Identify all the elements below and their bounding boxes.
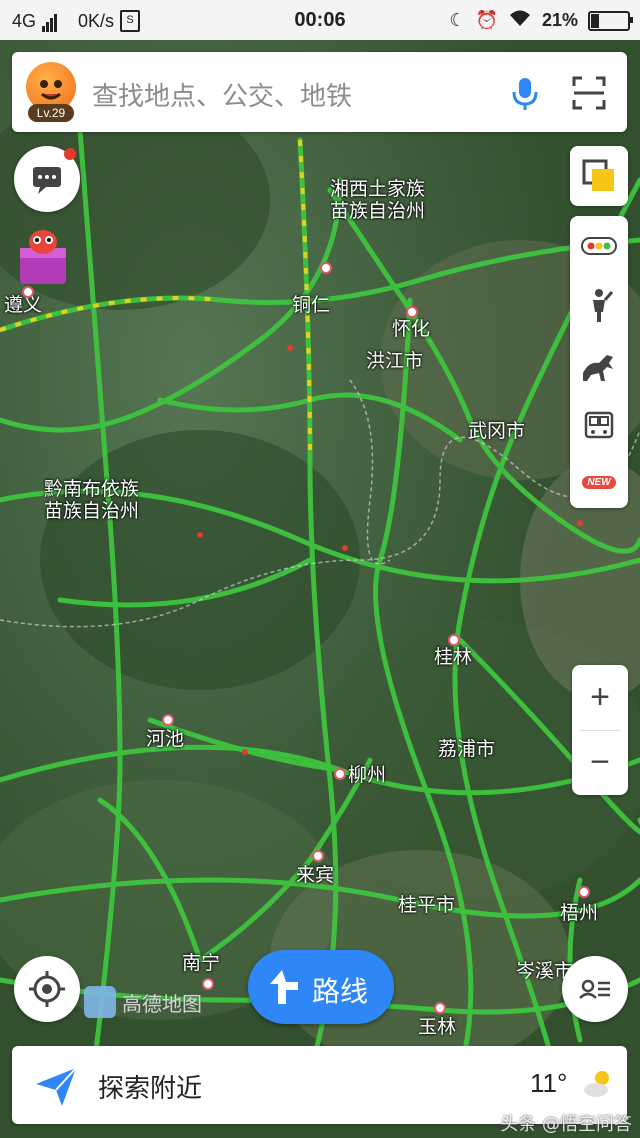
map-tools-panel: NEW (570, 216, 628, 508)
zoom-divider (580, 730, 620, 731)
user-avatar[interactable]: Lv.29 (24, 62, 78, 122)
list-icon (579, 979, 610, 999)
route-arrow-icon (270, 970, 298, 1004)
city-dot-hechi (162, 714, 174, 726)
city-label-xiangxi[interactable]: 湘西土家族 苗族自治州 (330, 178, 425, 222)
city-dot-laibin (312, 850, 324, 862)
city-label-huaihua[interactable]: 怀化 (392, 318, 430, 340)
city-dot-tongren (320, 262, 332, 274)
city-label-qiannan[interactable]: 黔南布依族 苗族自治州 (44, 478, 139, 522)
zoom-control: + − (572, 665, 628, 795)
new-feature-button[interactable]: NEW (570, 456, 628, 508)
list-button[interactable] (562, 956, 628, 1022)
city-dot-yulin (434, 1002, 446, 1014)
city-label-wugang[interactable]: 武冈市 (468, 420, 525, 442)
horse-icon (583, 355, 613, 381)
city-label-hechi[interactable]: 河池 (146, 728, 184, 750)
locate-button[interactable] (14, 956, 80, 1022)
city-label-guilin[interactable]: 桂林 (434, 646, 472, 668)
amap-watermark: 高德地图 (84, 986, 202, 1018)
route-button[interactable]: 路线 (248, 950, 394, 1024)
city-label-wuzhou[interactable]: 梧州 (560, 902, 598, 924)
message-button[interactable] (14, 146, 80, 212)
amap-logo-icon (84, 986, 116, 1018)
person-icon (593, 289, 613, 322)
city-label-laibin[interactable]: 来宾 (296, 864, 334, 886)
bus-button[interactable] (570, 396, 628, 456)
alarm-icon: ⏰ (475, 10, 498, 30)
search-input[interactable]: 查找地点、公交、地铁 (92, 76, 352, 113)
scan-icon[interactable] (572, 76, 606, 110)
status-bar: 4G 0K/s S 00:06 ☾ ⏰ 21% (0, 0, 640, 40)
layers-icon (582, 159, 614, 191)
layers-button[interactable] (570, 146, 628, 206)
zoom-out-button[interactable]: − (572, 730, 628, 795)
city-label-guiping[interactable]: 桂平市 (398, 894, 455, 916)
wifi-icon (508, 9, 532, 32)
battery-icon (588, 10, 633, 31)
city-label-hongjiang[interactable]: 洪江市 (366, 350, 423, 372)
ride-button[interactable] (570, 336, 628, 396)
gift-mascot-icon[interactable] (14, 226, 72, 288)
street-view-button[interactable] (570, 276, 628, 336)
credit-watermark: 头条 @悟空问答 (500, 1114, 632, 1135)
city-label-nanning[interactable]: 南宁 (182, 952, 220, 974)
new-badge: NEW (582, 475, 616, 489)
search-bar[interactable]: Lv.29 查找地点、公交、地铁 (12, 52, 627, 132)
watermark-text: 高德地图 (122, 991, 202, 1016)
city-label-yulin[interactable]: 玉林 (418, 1016, 456, 1038)
locate-icon (29, 971, 65, 1007)
traffic-toggle[interactable] (570, 216, 628, 276)
city-label-liuzhou[interactable]: 柳州 (348, 764, 386, 786)
weather-icon (584, 1071, 609, 1097)
city-dot-nanning (202, 978, 214, 990)
city-label-lipu[interactable]: 荔浦市 (438, 738, 495, 760)
city-dot-liuzhou (334, 768, 346, 780)
explore-nearby-label: 探索附近 (98, 1074, 203, 1104)
battery-percent: 21% (541, 10, 578, 30)
bus-icon (584, 411, 614, 439)
microphone-icon[interactable] (510, 76, 540, 112)
moon-icon: ☾ (449, 10, 466, 30)
city-label-zunyi[interactable]: 遵义 (4, 294, 42, 316)
city-label-tongren[interactable]: 铜仁 (292, 294, 330, 316)
city-dot-wuzhou (578, 886, 590, 898)
city-dot-huaihua (406, 306, 418, 318)
city-dot-guilin (448, 634, 460, 646)
traffic-icon (581, 237, 617, 255)
level-badge: Lv.29 (28, 104, 74, 122)
send-arrow-icon (36, 1067, 77, 1106)
route-label: 路线 (312, 975, 369, 1008)
zoom-in-button[interactable]: + (572, 665, 628, 730)
temperature: 11° (530, 1068, 568, 1098)
notification-dot (64, 148, 76, 160)
